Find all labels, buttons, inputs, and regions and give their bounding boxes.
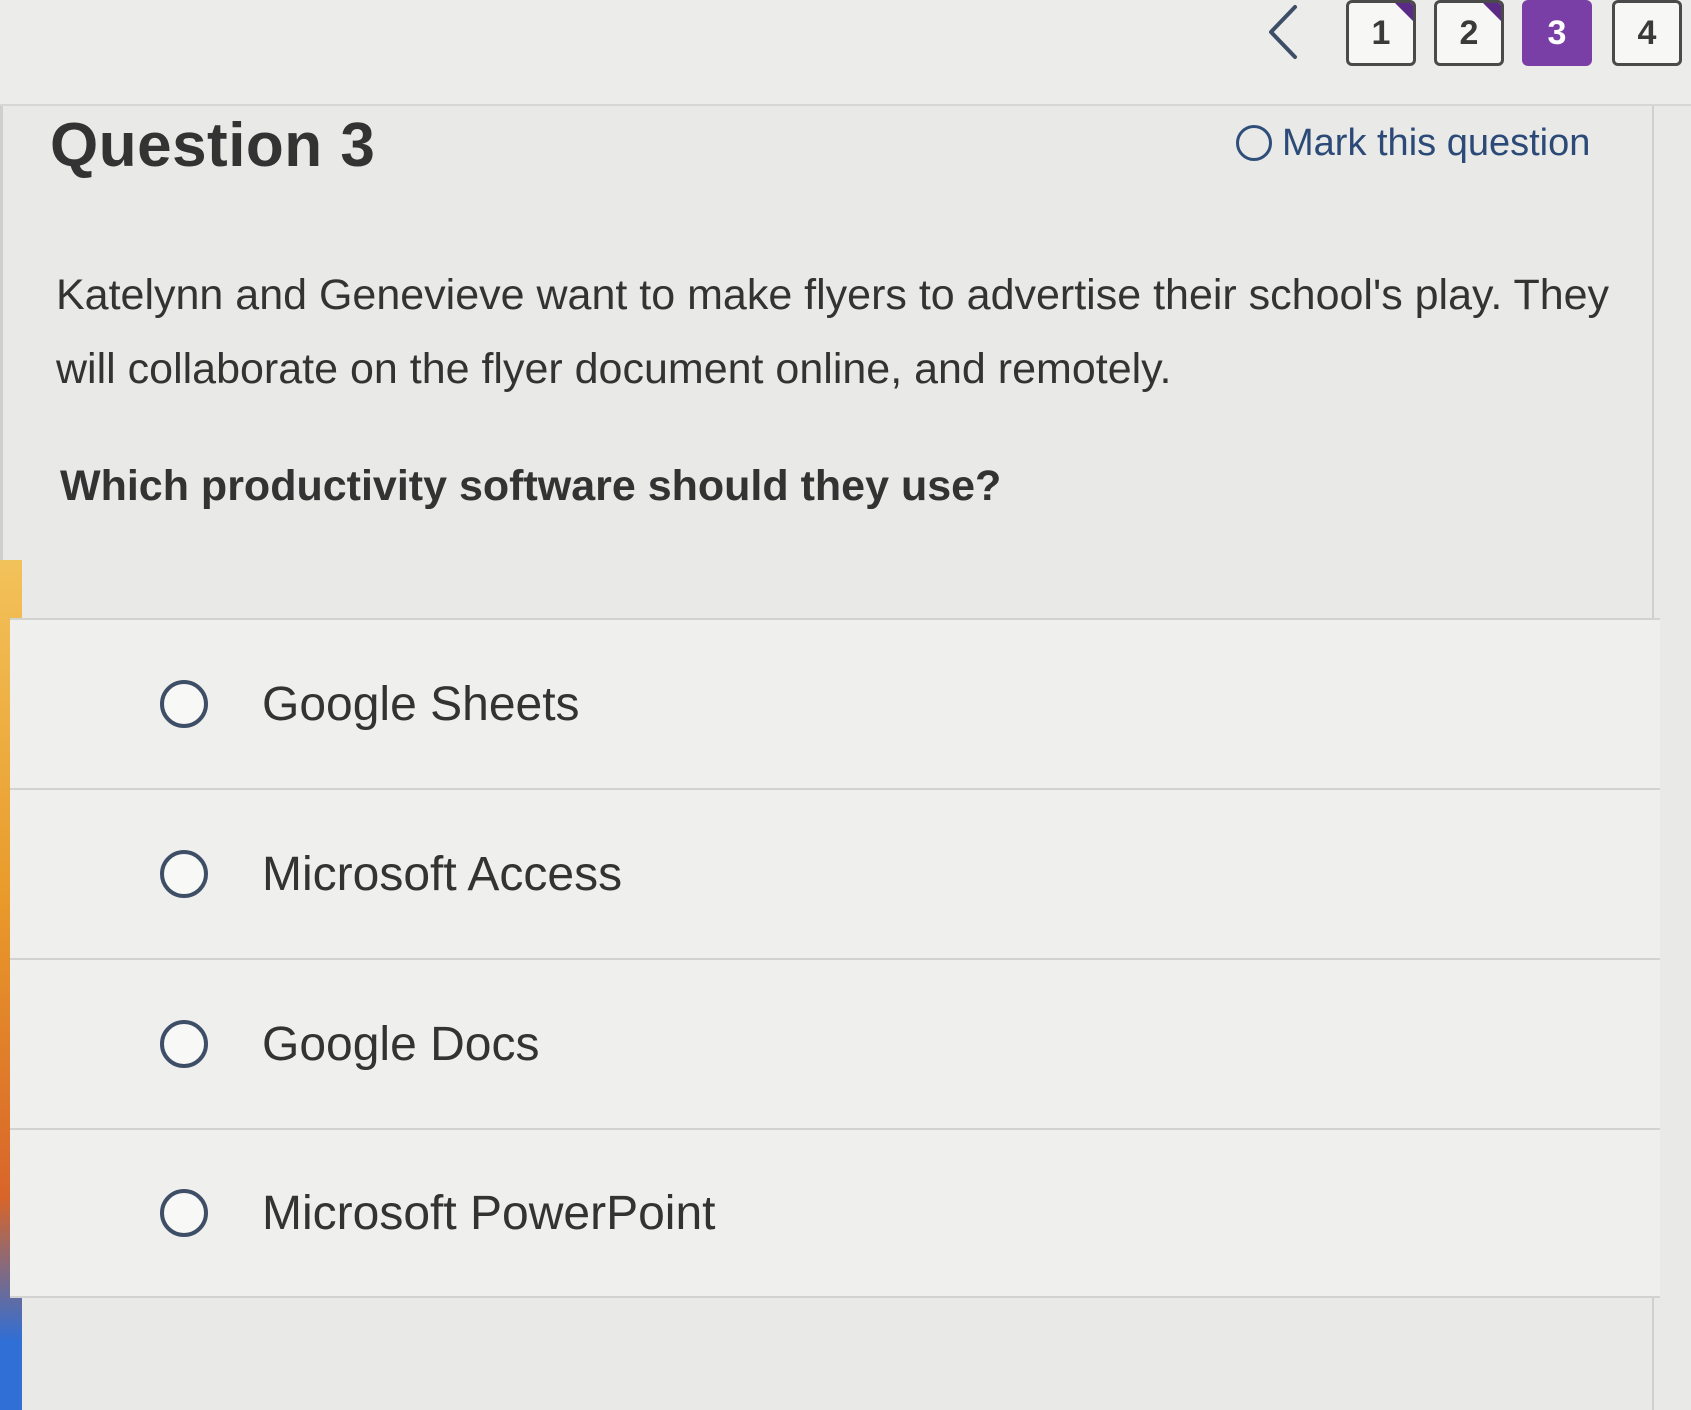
answer-options: Google Sheets Microsoft Access Google Do… — [10, 618, 1660, 1298]
mark-circle-icon — [1236, 125, 1272, 161]
radio-button[interactable] — [160, 1189, 208, 1237]
mark-question-label: Mark this question — [1282, 121, 1591, 164]
question-title: Question 3 — [50, 111, 376, 180]
option-label: Google Sheets — [262, 677, 580, 731]
previous-question-button[interactable] — [1258, 2, 1308, 62]
answer-option-google-sheets[interactable]: Google Sheets — [10, 618, 1660, 788]
answer-option-microsoft-access[interactable]: Microsoft Access — [10, 788, 1660, 958]
mark-question-button[interactable]: Mark this question — [1236, 118, 1590, 168]
question-navigation: 1 2 3 4 — [0, 0, 1691, 106]
visited-flag-icon — [1481, 3, 1501, 23]
question-sub-prompt: Which productivity software should they … — [60, 462, 1002, 510]
answer-option-google-docs[interactable]: Google Docs — [10, 958, 1660, 1128]
page-button-label: 3 — [1547, 13, 1567, 52]
page-button-2[interactable]: 2 — [1434, 0, 1504, 66]
question-prompt: Katelynn and Genevieve want to make flye… — [56, 271, 1610, 393]
page-button-label: 2 — [1459, 13, 1479, 52]
page-button-label: 1 — [1371, 13, 1391, 52]
page-button-4[interactable]: 4 — [1612, 0, 1682, 66]
page-button-1[interactable]: 1 — [1346, 0, 1416, 66]
page-button-3-current[interactable]: 3 — [1522, 0, 1592, 66]
page-button-label: 4 — [1637, 13, 1657, 52]
chevron-left-icon — [1269, 5, 1297, 59]
answer-option-microsoft-powerpoint[interactable]: Microsoft PowerPoint — [10, 1128, 1660, 1298]
visited-flag-icon — [1393, 3, 1413, 23]
radio-button[interactable] — [160, 850, 208, 898]
option-label: Microsoft Access — [262, 847, 623, 901]
radio-button[interactable] — [160, 680, 208, 728]
option-label: Microsoft PowerPoint — [262, 1186, 716, 1240]
radio-button[interactable] — [160, 1020, 208, 1068]
option-label: Google Docs — [262, 1017, 540, 1071]
